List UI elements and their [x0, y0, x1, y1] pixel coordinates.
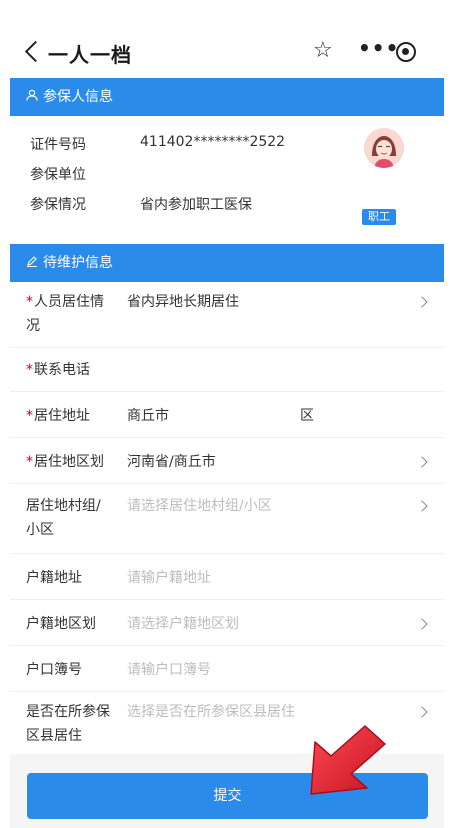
hukou-address-input[interactable]: 请输户籍地址 — [127, 566, 211, 590]
field-label: *人员居住情 况 — [26, 290, 118, 338]
pointer-arrow — [305, 722, 395, 802]
top-bar: 一人一档 ☆ ••• — [0, 26, 451, 78]
field-label-line1: 户口簿号 — [26, 662, 82, 678]
form-row-hukou-address[interactable]: 户籍地址 请输户籍地址 — [10, 554, 444, 600]
status-value: 省内参加职工医保 — [140, 197, 252, 213]
residence-region-value[interactable]: 河南省/商丘市 — [127, 450, 216, 474]
field-label: 户口簿号 — [26, 658, 118, 682]
village-select[interactable]: 请选择居住地村组/小区 — [127, 494, 272, 518]
form-row-residence-region[interactable]: *居住地区划 河南省/商丘市 — [10, 438, 444, 484]
back-icon[interactable] — [22, 38, 44, 66]
form-row-village[interactable]: 居住地村组/ 小区 请选择居住地村组/小区 — [10, 484, 444, 554]
field-label: 居住地村组/ 小区 — [26, 494, 118, 542]
required-mark: * — [26, 454, 33, 470]
required-mark: * — [26, 362, 33, 378]
required-mark: * — [26, 294, 33, 310]
chevron-right-icon[interactable] — [416, 706, 428, 718]
field-label: 户籍地址 — [26, 566, 118, 590]
section-pending-header: 待维护信息 — [10, 244, 444, 282]
page-title: 一人一档 — [48, 43, 132, 67]
field-label-line1: 户籍地区划 — [26, 616, 96, 632]
chevron-right-icon[interactable] — [416, 296, 428, 308]
field-label: *联系电话 — [26, 358, 118, 382]
hukou-region-select[interactable]: 请选择户籍地区划 — [127, 612, 239, 636]
field-label-line2: 小区 — [26, 522, 54, 538]
field-label-line1: 居住地村组/ — [26, 498, 101, 514]
field-label-line1: 居住地区划 — [34, 454, 104, 470]
status-label: 参保情况 — [30, 197, 86, 213]
employee-badge: 职工 — [362, 209, 396, 225]
participant-info-card: 证件号码 411402********2522 参保单位 参保情况 省内参加职工… — [10, 118, 444, 240]
field-label-line2: 区县居住 — [26, 728, 82, 744]
chevron-right-icon[interactable] — [416, 618, 428, 630]
id-value: 411402********2522 — [140, 134, 286, 150]
form-row-hukou-book[interactable]: 户口簿号 请输户口簿号 — [10, 646, 444, 692]
avatar — [364, 128, 404, 168]
field-label-line1: 是否在所参保 — [26, 704, 110, 720]
address-district: 区 — [300, 408, 314, 424]
form-row-phone[interactable]: *联系电话 — [10, 348, 444, 392]
local-residence-select[interactable]: 选择是否在所参保区县居住 — [127, 700, 295, 724]
unit-label: 参保单位 — [30, 167, 86, 183]
edit-icon — [26, 245, 40, 283]
section-title: 待维护信息 — [43, 255, 113, 271]
residence-type-value[interactable]: 省内异地长期居住 — [127, 290, 239, 314]
user-icon — [26, 79, 40, 117]
required-mark: * — [26, 408, 33, 424]
section-participant-header: 参保人信息 — [10, 78, 444, 116]
address-input[interactable]: 商丘市 — [127, 404, 169, 428]
star-icon[interactable]: ☆ — [313, 38, 333, 64]
field-label: *居住地址 — [26, 404, 118, 428]
chevron-right-icon[interactable] — [416, 500, 428, 512]
field-label: 是否在所参保 区县居住 — [26, 700, 126, 748]
form-row-hukou-region[interactable]: 户籍地区划 请选择户籍地区划 — [10, 600, 444, 646]
more-icon[interactable]: ••• — [358, 36, 399, 60]
field-label-line1: 联系电话 — [34, 362, 90, 378]
id-label: 证件号码 — [30, 137, 86, 153]
field-label: 户籍地区划 — [26, 612, 118, 636]
section-title: 参保人信息 — [43, 89, 113, 105]
field-label-line1: 人员居住情 — [34, 294, 104, 310]
field-label-line1: 户籍地址 — [26, 570, 82, 586]
form-row-residence-type[interactable]: *人员居住情 况 省内异地长期居住 — [10, 282, 444, 348]
hukou-book-input[interactable]: 请输户口簿号 — [127, 658, 211, 682]
chevron-right-icon[interactable] — [416, 456, 428, 468]
field-label-line1: 居住地址 — [34, 408, 90, 424]
field-label: *居住地区划 — [26, 450, 118, 474]
form-row-address[interactable]: *居住地址 商丘市 区 — [10, 392, 444, 438]
field-label-line2: 况 — [26, 318, 40, 334]
target-icon[interactable] — [396, 42, 416, 62]
